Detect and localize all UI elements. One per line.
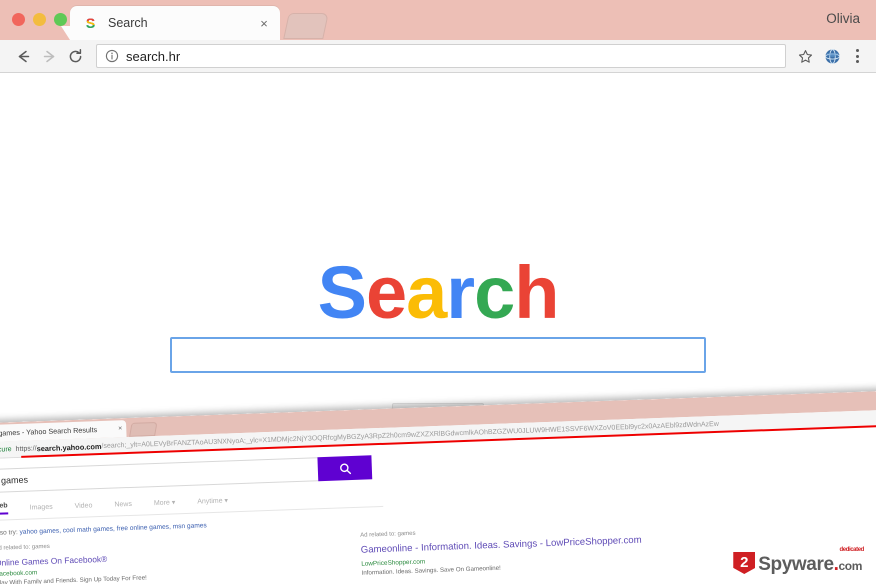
yahoo-tab-more[interactable]: More ▾: [154, 498, 176, 507]
also-try-terms[interactable]: yahoo games, cool math games, free onlin…: [19, 522, 206, 536]
search-logo: Search: [0, 256, 876, 330]
close-window-button[interactable]: [12, 13, 25, 26]
url-host: search.yahoo.com: [36, 441, 102, 453]
yahoo-tab-anytime[interactable]: Anytime ▾: [197, 496, 228, 505]
maximize-window-button[interactable]: [54, 13, 67, 26]
also-try-label: Also try:: [0, 529, 18, 537]
yahoo-nav-tabs: Web Images Video News More ▾ Anytime ▾: [0, 488, 384, 521]
yahoo-new-tab-button[interactable]: [129, 421, 158, 437]
tab-strip: S S S S Search × Olivia: [0, 0, 876, 40]
secure-label: Secure: [0, 445, 12, 454]
result-item: Gameonline - Information. Ideas. Savings…: [361, 533, 692, 578]
screenshot-stage: S S S S Search × Olivia search.hr Search…: [0, 0, 876, 584]
window-controls: [12, 13, 67, 26]
address-bar-url: search.hr: [126, 48, 181, 64]
logo-letter-2: a: [406, 251, 447, 334]
browser-toolbar: search.hr: [0, 40, 876, 73]
globe-avatar-icon[interactable]: [820, 44, 844, 68]
yahoo-search-input[interactable]: games: [0, 457, 319, 493]
yahoo-tab-news[interactable]: News: [114, 500, 132, 508]
yahoo-tab-close-icon[interactable]: ×: [118, 425, 122, 432]
yahoo-tab-video[interactable]: Video: [75, 502, 93, 510]
browser-tab-search[interactable]: S S S S Search ×: [61, 6, 280, 40]
info-circle-icon[interactable]: [105, 49, 119, 63]
spyware-wordmark: Spyware. dedicated com: [758, 547, 865, 575]
logo-letter-1: e: [365, 251, 407, 334]
tab-close-icon[interactable]: ×: [256, 15, 272, 31]
forward-arrow-icon: [36, 43, 62, 69]
back-arrow-icon[interactable]: [10, 43, 36, 69]
result-item: Online Games On Facebook® Facebook.com P…: [0, 546, 326, 584]
new-tab-button[interactable]: [283, 13, 329, 39]
profile-name-label[interactable]: Olivia: [826, 11, 860, 26]
three-dot-menu-icon[interactable]: [848, 44, 866, 68]
reload-icon[interactable]: [62, 43, 88, 69]
spyware-superscript: dedicated: [839, 547, 865, 553]
results-left-column: Ad related to: games Online Games On Fac…: [0, 534, 327, 584]
logo-letter-4: c: [474, 251, 515, 334]
address-bar[interactable]: search.hr: [96, 44, 786, 68]
logo-letter-5: h: [514, 251, 559, 334]
yahoo-tab-web[interactable]: Web: [0, 502, 8, 515]
google-s-favicon-icon: S S S S: [82, 15, 99, 32]
spyware-mark-icon: 2: [733, 552, 756, 574]
tab-title: Search: [108, 16, 148, 30]
url-scheme: https://: [15, 444, 37, 453]
yahoo-tab-title: games - Yahoo Search Results: [0, 425, 98, 438]
bookmark-star-icon[interactable]: [794, 45, 816, 67]
spyware-tld: com: [838, 559, 863, 573]
yahoo-search-row: games: [0, 455, 373, 493]
yahoo-tab-images[interactable]: Images: [30, 503, 53, 511]
logo-letter-0: S: [317, 251, 367, 334]
spyware-word-text: Spyware: [758, 554, 834, 575]
spyware-watermark-logo: 2 Spyware. dedicated com: [733, 547, 865, 575]
search-input[interactable]: [170, 337, 706, 373]
spyware-tld-wrap: dedicated com: [838, 547, 865, 574]
yahoo-search-button[interactable]: [317, 455, 373, 482]
minimize-window-button[interactable]: [33, 13, 46, 26]
results-right-column: Ad related to: games Gameonline - Inform…: [360, 521, 693, 584]
logo-letter-3: r: [446, 251, 475, 334]
